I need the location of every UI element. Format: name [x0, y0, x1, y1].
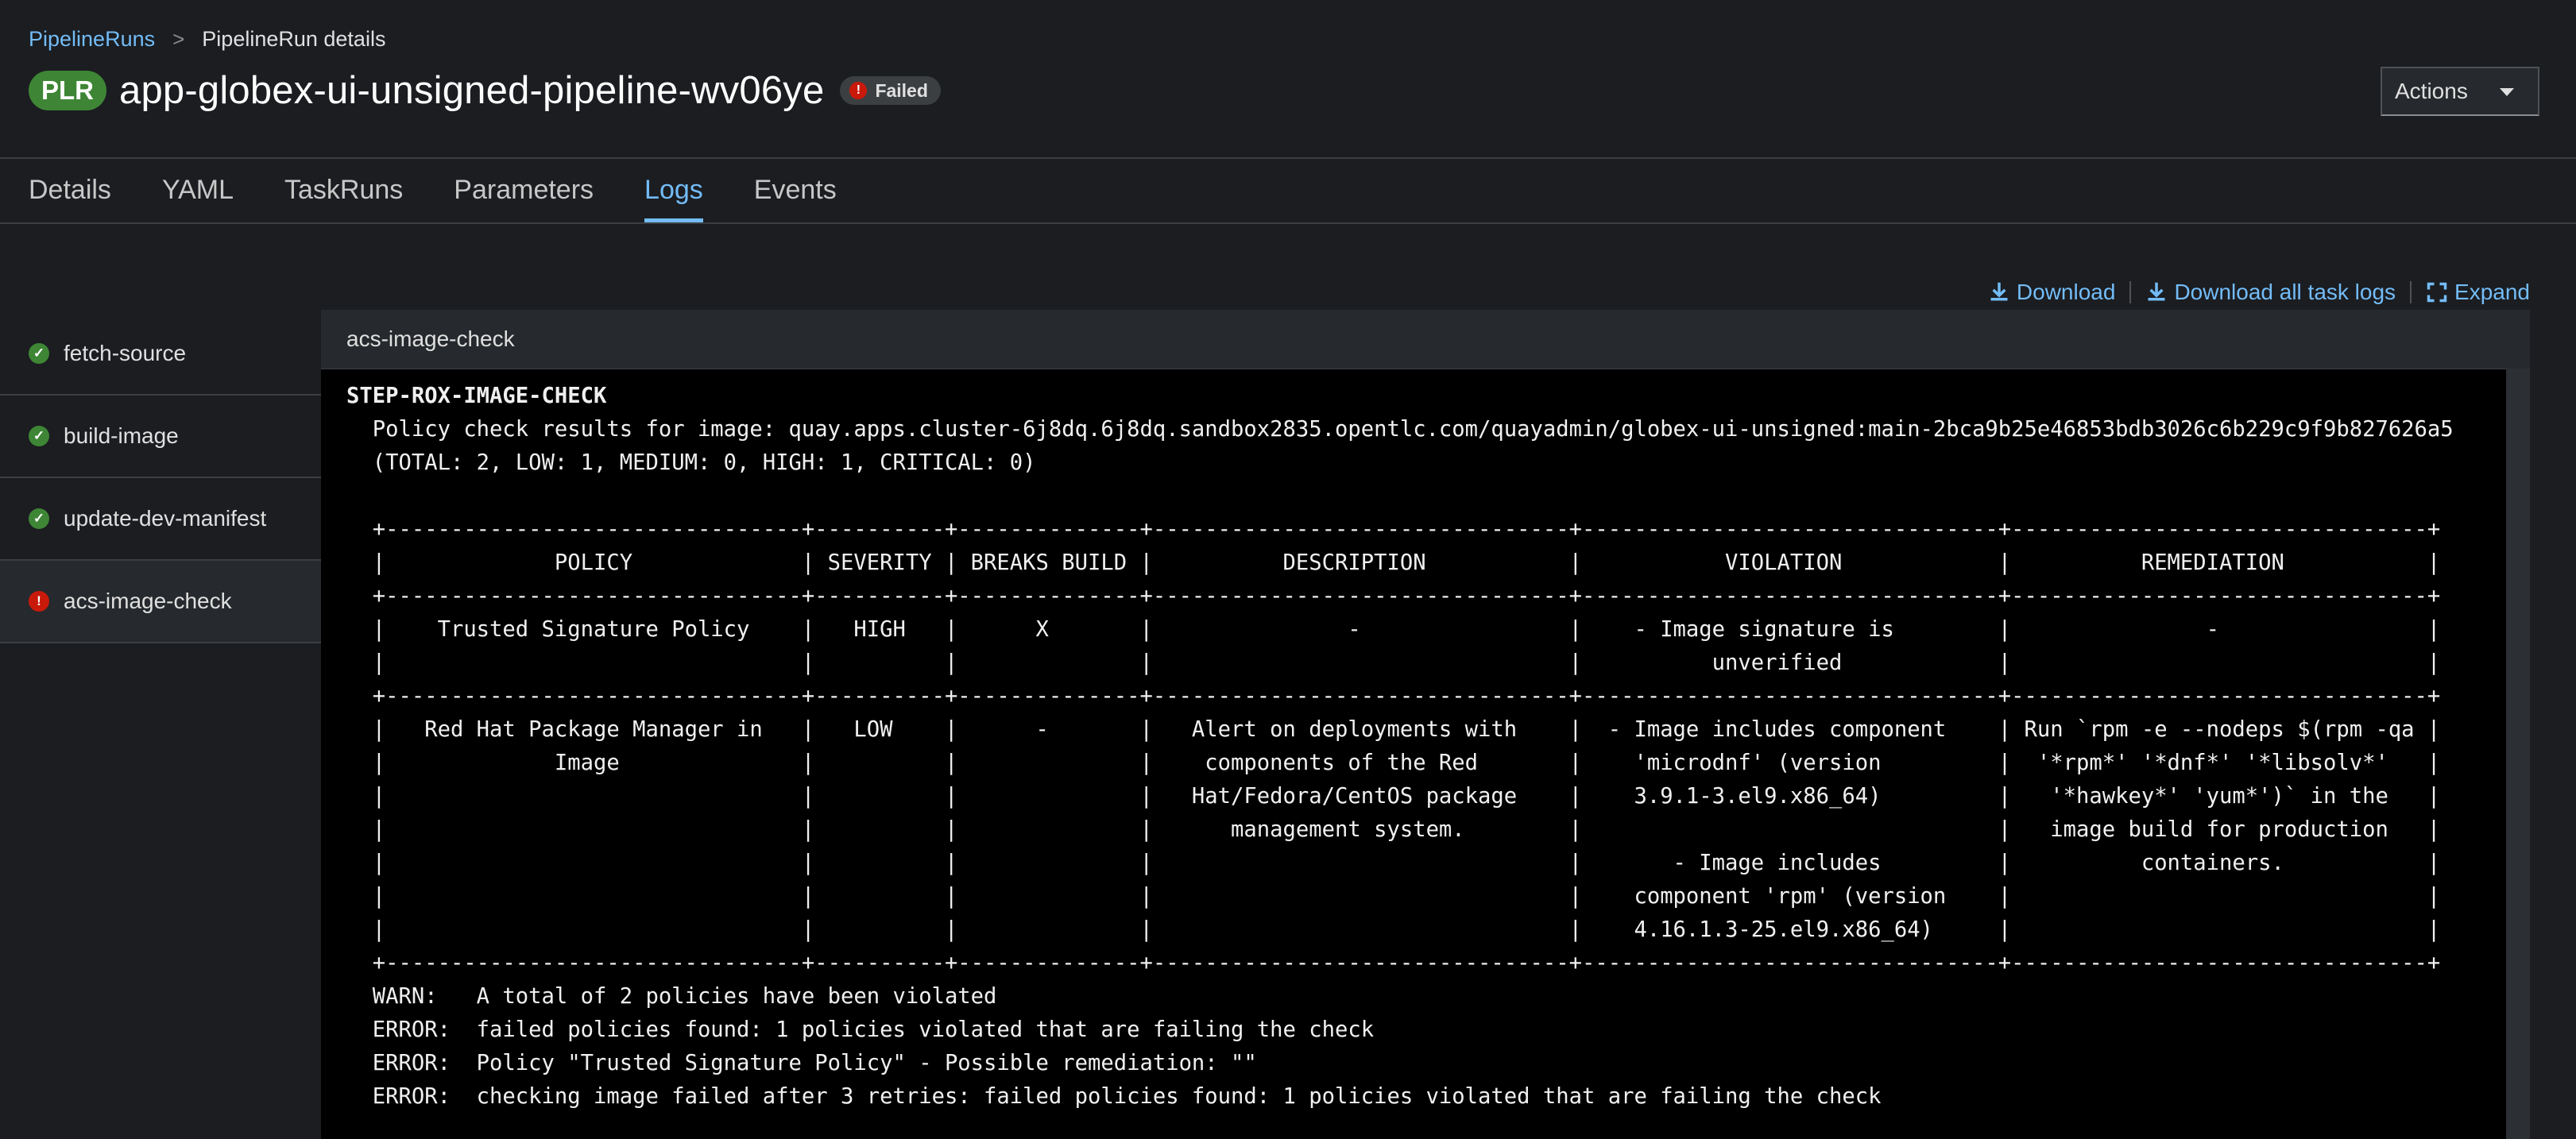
tab-details[interactable]: Details [29, 156, 111, 222]
check-circle-icon: ✓ [29, 508, 49, 529]
download-all-label: Download all task logs [2174, 280, 2396, 304]
log-line: +--------------------------------+------… [346, 584, 2441, 608]
task-item-acs-image-check[interactable]: ! acs-image-check [0, 561, 321, 643]
log-line: ERROR: failed policies found: 1 policies… [346, 1017, 1375, 1042]
log-toolbar: Download Download all task logs Expand [1988, 280, 2530, 305]
log-line: | | | | | component 'rpm' (version | | [346, 884, 2441, 909]
log-line: | | | | management system. | | image bui… [346, 817, 2441, 842]
log-line: | Red Hat Package Manager in | LOW | - |… [346, 717, 2441, 742]
log-line: +--------------------------------+------… [346, 517, 2441, 542]
tab-logs[interactable]: Logs [644, 156, 703, 222]
task-label: acs-image-check [64, 589, 232, 613]
expand-button[interactable]: Expand [2426, 280, 2530, 305]
task-item-fetch-source[interactable]: ✓ fetch-source [0, 313, 321, 396]
download-all-task-logs-button[interactable]: Download all task logs [2145, 280, 2396, 305]
log-text: STEP-ROX-IMAGE-CHECK Policy check result… [321, 369, 2504, 1114]
status-label: Failed [875, 79, 928, 101]
caret-down-icon [2500, 88, 2514, 96]
log-viewer: acs-image-check STEP-ROX-IMAGE-CHECK Pol… [321, 310, 2530, 1139]
download-button[interactable]: Download [1988, 280, 2116, 305]
task-label: build-image [64, 423, 179, 448]
download-icon [2148, 282, 2165, 301]
log-line: | | | | Hat/Fedora/CentOS package | 3.9.… [346, 784, 2441, 809]
log-line: | | | | | unverified | | [346, 651, 2441, 675]
tabs-divider [0, 222, 2576, 224]
task-item-build-image[interactable]: ✓ build-image [0, 396, 321, 478]
page-title: app-globex-ui-unsigned-pipeline-wv06ye [119, 69, 825, 112]
log-step-name: STEP-ROX-IMAGE-CHECK [346, 384, 607, 408]
task-item-update-dev-manifest[interactable]: ✓ update-dev-manifest [0, 478, 321, 561]
log-line: ERROR: Policy "Trusted Signature Policy"… [346, 1051, 1257, 1075]
chevron-right-icon: > [172, 27, 185, 51]
page-header: PipelineRuns > PipelineRun details PLR a… [0, 0, 2576, 159]
log-line: +--------------------------------+------… [346, 684, 2441, 708]
log-content[interactable]: STEP-ROX-IMAGE-CHECK Policy check result… [321, 369, 2504, 1139]
log-line: ERROR: checking image failed after 3 ret… [346, 1084, 1882, 1109]
log-line: | | | | | 4.16.1.3-25.el9.x86_64) | | [346, 917, 2441, 942]
log-line: | POLICY | SEVERITY | BREAKS BUILD | DES… [346, 550, 2441, 575]
breadcrumb-current: PipelineRun details [202, 27, 386, 51]
download-icon [1990, 282, 2008, 301]
actions-label: Actions [2395, 79, 2468, 103]
actions-dropdown[interactable]: Actions [2381, 67, 2539, 116]
log-line: Policy check results for image: quay.app… [346, 417, 2454, 442]
expand-icon [2427, 282, 2447, 303]
tab-taskruns[interactable]: TaskRuns [284, 156, 403, 222]
tab-parameters[interactable]: Parameters [454, 156, 594, 222]
task-label: fetch-source [64, 341, 187, 365]
resource-type-badge: PLR [29, 71, 106, 110]
log-line: (TOTAL: 2, LOW: 1, MEDIUM: 0, HIGH: 1, C… [346, 450, 1036, 475]
log-line: +--------------------------------+------… [346, 951, 2441, 975]
breadcrumb: PipelineRuns > PipelineRun details [29, 27, 385, 52]
log-task-title: acs-image-check [321, 310, 2530, 369]
error-circle-icon: ! [849, 82, 868, 99]
status-badge: ! Failed [840, 76, 941, 105]
download-label: Download [2016, 280, 2116, 304]
task-list: ✓ fetch-source ✓ build-image ✓ update-de… [0, 313, 321, 643]
expand-label: Expand [2454, 280, 2530, 304]
breadcrumb-link-pipelineruns[interactable]: PipelineRuns [29, 27, 155, 52]
title-row: PLR app-globex-ui-unsigned-pipeline-wv06… [29, 68, 941, 113]
log-line: WARN: A total of 2 policies have been vi… [346, 984, 997, 1009]
check-circle-icon: ✓ [29, 426, 49, 446]
log-line: | | | | | - Image includes | containers.… [346, 851, 2441, 875]
check-circle-icon: ✓ [29, 343, 49, 364]
log-scrollbar[interactable] [2506, 369, 2530, 1139]
log-line: | Image | | | components of the Red | 'm… [346, 751, 2441, 775]
tab-bar: Details YAML TaskRuns Parameters Logs Ev… [29, 156, 888, 222]
toolbar-divider [2410, 281, 2412, 303]
tab-events[interactable]: Events [754, 156, 837, 222]
toolbar-divider [2129, 281, 2132, 303]
error-circle-icon: ! [29, 591, 49, 612]
log-line: | Trusted Signature Policy | HIGH | X | … [346, 617, 2441, 642]
task-label: update-dev-manifest [64, 506, 267, 531]
tab-yaml[interactable]: YAML [162, 156, 234, 222]
